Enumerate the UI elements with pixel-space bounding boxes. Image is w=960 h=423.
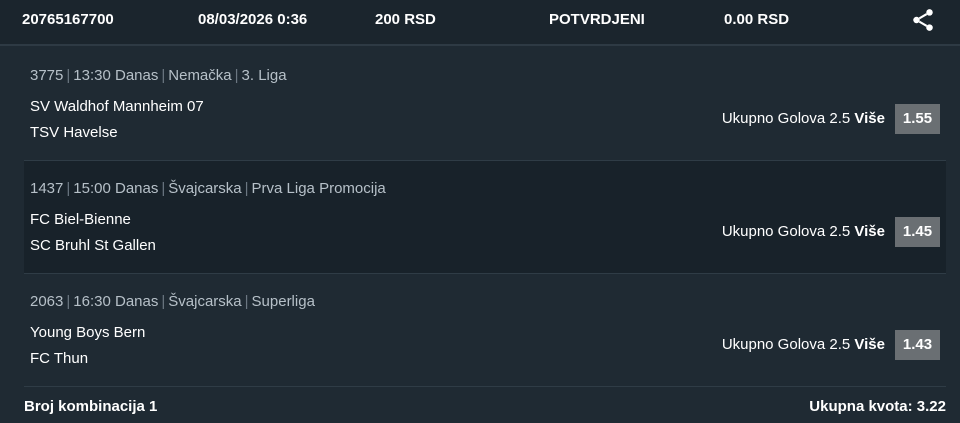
away-team: SC Bruhl St Gallen <box>30 237 156 254</box>
ticket-datetime: 08/03/2026 0:36 <box>198 11 308 28</box>
home-team: SV Waldhof Mannheim 07 <box>30 98 204 115</box>
event-code: 1437 <box>30 180 64 197</box>
ticket-details: 20765167700 08/03/2026 0:36 200 RSD POTV… <box>0 0 960 423</box>
ticket-id: 20765167700 <box>22 11 114 28</box>
pick-label: Više <box>854 336 885 353</box>
event-time: 16:30 Danas <box>73 293 159 310</box>
event-meta: 1437 | 15:00 Danas | Švajcarska | Prva Liga Pr… <box>30 180 386 197</box>
event-country: Švajcarska <box>168 293 242 310</box>
odds-box: 1.45 <box>895 217 940 247</box>
total-odds: Ukupna kvota: 3.22 <box>809 398 946 415</box>
pick-label: Više <box>854 110 885 127</box>
home-team: FC Biel-Bienne <box>30 211 131 228</box>
combinations-count: Broj kombinacija 1 <box>24 398 158 415</box>
ticket-header: 20765167700 08/03/2026 0:36 200 RSD POTV… <box>0 0 960 44</box>
event-code: 2063 <box>30 293 64 310</box>
pick-label: Više <box>854 223 885 240</box>
event-list: 3775 | 13:30 Danas | Nemačka | 3. Liga SV Wald… <box>24 48 946 387</box>
market-pick: Ukupno Golova 2.5 Više <box>722 336 885 353</box>
event-country: Nemačka <box>168 67 232 84</box>
odds-box: 1.55 <box>895 104 940 134</box>
event-time: 15:00 Danas <box>73 180 159 197</box>
event-row[interactable]: 2063 | 16:30 Danas | Švajcarska | Superliga Yo… <box>24 274 946 387</box>
away-team: FC Thun <box>30 350 89 367</box>
ticket-winnings: 0.00 RSD <box>724 11 790 28</box>
market-name: Ukupno Golova 2.5 <box>721 223 851 240</box>
event-code: 3775 <box>30 67 64 84</box>
event-meta: 3775 | 13:30 Danas | Nemačka | 3. Liga <box>30 67 287 84</box>
market-name: Ukupno Golova 2.5 <box>721 336 851 353</box>
event-league: Superliga <box>251 293 315 310</box>
event-country: Švajcarska <box>168 180 242 197</box>
event-row[interactable]: 1437 | 15:00 Danas | Švajcarska | Prva Liga Pr… <box>24 161 946 274</box>
event-league: Prva Liga Promocija <box>251 180 386 197</box>
market-name: Ukupno Golova 2.5 <box>721 110 851 127</box>
market-pick: Ukupno Golova 2.5 Više <box>722 110 885 127</box>
event-time: 13:30 Danas <box>73 67 159 84</box>
event-meta: 2063 | 16:30 Danas | Švajcarska | Superliga <box>30 293 315 310</box>
away-team: TSV Havelse <box>30 124 118 141</box>
market-pick: Ukupno Golova 2.5 Više <box>722 223 885 240</box>
share-icon[interactable] <box>910 7 936 33</box>
ticket-footer: Broj kombinacija 1 Ukupna kvota: 3.22 <box>0 386 960 423</box>
odds-box: 1.43 <box>895 330 940 360</box>
ticket-stake: 200 RSD <box>375 11 436 28</box>
event-league: 3. Liga <box>241 67 287 84</box>
header-divider <box>0 44 960 46</box>
event-row[interactable]: 3775 | 13:30 Danas | Nemačka | 3. Liga SV Wald… <box>24 48 946 161</box>
home-team: Young Boys Bern <box>30 324 146 341</box>
ticket-status: POTVRDJENI <box>549 11 645 28</box>
